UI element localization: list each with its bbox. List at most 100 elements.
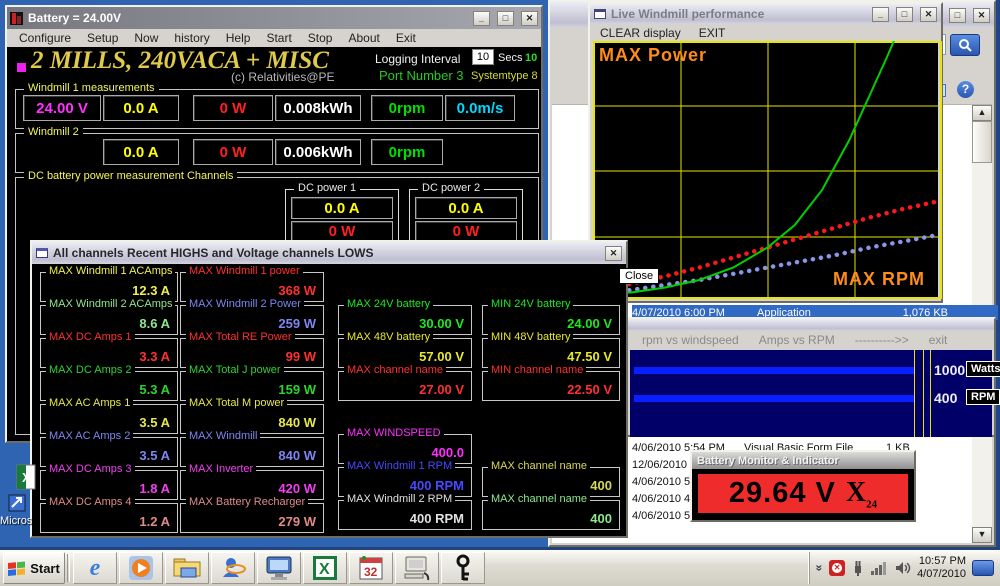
rpm-bar bbox=[634, 395, 914, 402]
menu-item[interactable]: About bbox=[340, 31, 387, 45]
channel-label: MAX DC Amps 1 bbox=[46, 331, 135, 343]
menu-item[interactable]: CLEAR display bbox=[594, 26, 693, 40]
quicklaunch-media-player[interactable] bbox=[119, 552, 163, 584]
max-power-label: MAX Power bbox=[599, 45, 707, 66]
close-button[interactable]: ✕ bbox=[973, 8, 990, 23]
signal-strength-icon[interactable] bbox=[871, 561, 889, 575]
channel-label: MAX 24V battery bbox=[344, 298, 433, 310]
channel-label: MIN 24V battery bbox=[488, 298, 573, 310]
maximize-button[interactable]: □ bbox=[896, 7, 913, 22]
channel-value: 57.00 V bbox=[419, 349, 464, 364]
desktop-icon-shortcut[interactable] bbox=[8, 494, 26, 512]
shortcut-icon bbox=[8, 494, 26, 512]
gridline bbox=[914, 350, 915, 437]
main-menubar: ConfigureSetupNowhistoryHelpStartStopAbo… bbox=[7, 29, 541, 47]
rpm-titlebar[interactable] bbox=[628, 319, 994, 331]
dialog-col3-bottom: MAX WINDSPEED 400.0 MAX Windmill 1 RPM 4… bbox=[338, 434, 472, 533]
menu-item[interactable]: EXIT bbox=[693, 26, 738, 40]
key-icon bbox=[453, 554, 473, 582]
menu-item[interactable]: Configure bbox=[11, 31, 79, 45]
channel-value: 400.0 bbox=[431, 445, 464, 460]
windmill2-power: 0 W bbox=[193, 139, 273, 165]
rpm-unit-button[interactable]: RPM bbox=[966, 389, 1000, 405]
menu-item[interactable]: Start bbox=[258, 31, 299, 45]
channel-value: 99 W bbox=[286, 349, 316, 364]
channel-value: 400 bbox=[590, 511, 612, 526]
alert-tray-icon[interactable]: ✕ bbox=[829, 560, 845, 576]
hide-icons-chevron[interactable]: » bbox=[813, 565, 827, 572]
speaker-icon[interactable] bbox=[895, 561, 911, 575]
channel-value: 30.00 V bbox=[419, 316, 464, 331]
desktop: _ □ ✕ ? ▲ ▼ 4/07/2010 6:00 PM Applicatio… bbox=[0, 0, 1000, 586]
help-icon[interactable]: ? bbox=[957, 81, 974, 98]
watts-unit-button[interactable]: Watts bbox=[966, 361, 1000, 377]
quicklaunch-calendar-32[interactable]: 32 bbox=[349, 552, 393, 584]
dialog-titlebar[interactable]: All channels Recent HIGHS and Voltage ch… bbox=[32, 242, 626, 264]
menu-item[interactable]: Setup bbox=[79, 31, 126, 45]
menu-item[interactable]: history bbox=[166, 31, 217, 45]
dialog-title: All channels Recent HIGHS and Voltage ch… bbox=[53, 246, 374, 260]
start-button[interactable]: Start bbox=[3, 552, 65, 584]
media-player-icon bbox=[128, 555, 154, 581]
menu-item[interactable]: rpm vs windspeed bbox=[632, 333, 749, 347]
scroll-up-button[interactable]: ▲ bbox=[972, 105, 992, 121]
quicklaunch-excel[interactable]: X bbox=[303, 552, 347, 584]
quicklaunch-folders-printer[interactable] bbox=[165, 552, 209, 584]
menu-item[interactable]: Amps vs RPM bbox=[749, 333, 845, 347]
performance-titlebar[interactable]: Live Windmill performance _ □ ✕ bbox=[590, 4, 941, 24]
logging-interval-input[interactable] bbox=[472, 49, 494, 65]
quicklaunch-messenger[interactable] bbox=[211, 552, 255, 584]
header-band: 2 MILLS, 240VACA + MISC (c) Relativities… bbox=[9, 47, 539, 85]
logging-interval-label: Logging Interval bbox=[375, 52, 460, 66]
menu-item[interactable]: ---------->> bbox=[845, 333, 919, 347]
battery-monitor-window: Battery Monitor & Indicator 29.64 V X24 bbox=[690, 450, 916, 522]
channel-value: 3.3 A bbox=[139, 349, 170, 364]
taskbar: Start e X 32 » bbox=[0, 547, 1000, 586]
windmill1-power: 0 W bbox=[193, 95, 273, 121]
windmill1-windspeed: 0.0m/s bbox=[445, 95, 515, 121]
quicklaunch-my-computer[interactable] bbox=[257, 552, 301, 584]
performance-window: Live Windmill performance _ □ ✕ CLEAR di… bbox=[588, 2, 943, 303]
dc-power1-current: 0.0 A bbox=[291, 197, 393, 219]
close-button[interactable]: ✕ bbox=[605, 246, 622, 261]
minimize-button[interactable]: _ bbox=[473, 11, 490, 26]
quicklaunch-internet-explorer[interactable]: e bbox=[73, 552, 117, 584]
main-titlebar[interactable]: Battery = 24.00V _ □ ✕ bbox=[7, 7, 541, 29]
channel-value: 400 RPM bbox=[410, 511, 464, 526]
desktop-icon-excel-file[interactable]: X bbox=[14, 464, 38, 492]
menu-item[interactable]: exit bbox=[919, 333, 958, 347]
quicklaunch-pc-dialup[interactable] bbox=[395, 552, 439, 584]
scroll-thumb[interactable] bbox=[972, 121, 992, 163]
close-button[interactable]: ✕ bbox=[920, 7, 937, 22]
show-desktop-icon[interactable] bbox=[972, 560, 994, 576]
channel-label: MAX Windmill bbox=[186, 430, 260, 442]
secs-value: 10 bbox=[525, 52, 537, 64]
battery-monitor-display: 29.64 V X24 bbox=[697, 473, 909, 514]
channel-value: 259 W bbox=[278, 316, 316, 331]
quicklaunch-key[interactable] bbox=[441, 552, 485, 584]
menu-item[interactable]: Help bbox=[218, 31, 259, 45]
menu-item[interactable]: Stop bbox=[300, 31, 341, 45]
calendar-32-icon: 32 bbox=[358, 555, 384, 581]
menu-item[interactable]: Now bbox=[126, 31, 166, 45]
channel-value: 8.6 A bbox=[139, 316, 170, 331]
max-value-box: MAX channel name 400 bbox=[482, 500, 620, 530]
battery-monitor-titlebar[interactable]: Battery Monitor & Indicator bbox=[692, 452, 914, 469]
maximize-button[interactable]: □ bbox=[497, 11, 514, 26]
power-plug-icon[interactable] bbox=[851, 560, 865, 576]
taskbar-clock[interactable]: 10:57 PM 4/07/2010 bbox=[917, 555, 966, 581]
close-button[interactable]: ✕ bbox=[521, 11, 538, 26]
scroll-down-button[interactable]: ▼ bbox=[972, 527, 992, 543]
search-button[interactable] bbox=[950, 34, 980, 56]
maximize-button[interactable]: □ bbox=[949, 8, 966, 23]
channel-value: 400 bbox=[590, 478, 612, 493]
menu-item[interactable]: Exit bbox=[388, 31, 424, 45]
channel-label: MAX channel name bbox=[488, 460, 590, 472]
windmill2-energy: 0.006kWh bbox=[275, 139, 361, 165]
rpm-window: rpm vs windspeedAmps vs RPM---------->>e… bbox=[626, 317, 996, 437]
channel-label: MAX Windmill 1 power bbox=[186, 265, 303, 277]
windmill1-current: 0.0 A bbox=[103, 95, 179, 121]
minimize-button[interactable]: _ bbox=[872, 7, 889, 22]
channel-value: 279 W bbox=[278, 514, 316, 529]
messenger-icon bbox=[220, 555, 246, 581]
